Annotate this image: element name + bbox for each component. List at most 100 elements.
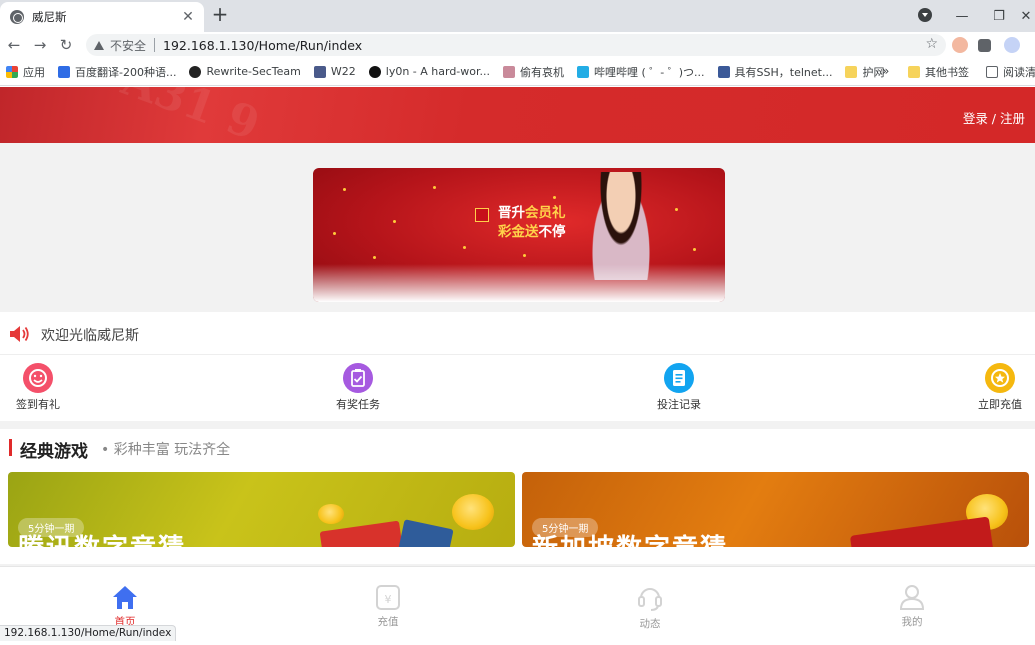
- profile-avatar-icon[interactable]: [1004, 37, 1020, 53]
- smile-icon: [23, 363, 53, 393]
- shield-icon: [717, 65, 730, 78]
- back-arrow-icon[interactable]: ←: [4, 35, 24, 55]
- nav-home[interactable]: 首页: [95, 583, 155, 629]
- section-title: 经典游戏: [20, 442, 88, 462]
- nav-label: 动态: [639, 618, 661, 630]
- warning-icon: [94, 40, 104, 50]
- promo-banner[interactable]: 晋升会员礼 彩金送不停: [313, 168, 725, 302]
- game-card-tencent[interactable]: 腾讯数字竞猜 5分钟一期: [8, 472, 515, 547]
- banner-area: 晋升会员礼 彩金送不停: [0, 160, 1035, 312]
- banner-line2-b: 不停: [538, 224, 566, 240]
- game-card-singapore[interactable]: 新加坡数字竞猜 5分钟一期: [522, 472, 1029, 547]
- minimize-button[interactable]: —: [944, 0, 980, 32]
- tab-title: 威尼斯: [32, 10, 67, 24]
- bookmark-label: 应用: [23, 65, 45, 79]
- coin-icon: [452, 494, 494, 530]
- bookmark-rewrite-secteam[interactable]: Rewrite-SecTeam: [189, 65, 301, 78]
- bookmark-ssh-telnet[interactable]: 具有SSH，telnet...: [717, 64, 833, 80]
- browser-tab[interactable]: 威尼斯 ✕: [0, 2, 204, 32]
- lottery-ticket-image: [849, 516, 995, 547]
- user-icon: [899, 583, 925, 611]
- menu-label: 立即充值: [978, 398, 1022, 411]
- reload-icon[interactable]: ↻: [56, 35, 76, 55]
- nav-label: 我的: [901, 616, 923, 628]
- avatar-icon: [313, 65, 326, 78]
- address-bar[interactable]: 不安全 192.168.1.130/Home/Run/index ☆: [86, 34, 946, 56]
- game-badge: 5分钟一期: [532, 518, 599, 537]
- banner-line1-a: 晋升: [498, 205, 525, 221]
- folder-icon: [908, 66, 920, 78]
- nav-recharge[interactable]: ¥ 充值: [358, 583, 418, 629]
- red-envelope-icon: [475, 208, 489, 222]
- link-status-bar: 192.168.1.130/Home/Run/index: [0, 625, 177, 641]
- divider: [154, 38, 156, 52]
- bookmark-label: 百度翻译-200种语...: [75, 65, 177, 79]
- bookmark-bilibili[interactable]: 哔哩哔哩 ( ゜- ゜)つ...: [577, 64, 705, 80]
- bookmark-w22[interactable]: W22: [313, 65, 356, 78]
- site-header: A31 9 登录 / 注册: [0, 87, 1035, 151]
- menu-bet-records[interactable]: 投注记录: [639, 363, 719, 412]
- bookmark-star-icon[interactable]: ☆: [925, 36, 938, 52]
- globe-icon: [10, 10, 24, 24]
- home-icon: [112, 583, 138, 611]
- tab-strip: 威尼斯 ✕ + — ❐ ✕: [0, 0, 1035, 32]
- window-close-button[interactable]: ✕: [1017, 0, 1035, 32]
- wallet-icon: ¥: [375, 583, 401, 611]
- notice-bar: 欢迎光临威尼斯: [0, 312, 1035, 355]
- task-icon: [343, 363, 373, 393]
- tab-close-button[interactable]: ✕: [180, 9, 196, 25]
- bookmark-label: 具有SSH，telnet...: [734, 65, 833, 79]
- new-tab-button[interactable]: +: [210, 4, 230, 25]
- browser-toolbar: ← → ↻ 不安全 192.168.1.130/Home/Run/index ☆: [0, 32, 1035, 58]
- restore-button[interactable]: ❐: [981, 0, 1017, 32]
- menu-recharge-now[interactable]: 立即充值: [960, 363, 1035, 412]
- bookmark-site[interactable]: 偷有哀机: [503, 64, 564, 80]
- other-bookmarks-label: 其他书签: [925, 66, 969, 79]
- lottery-ticket-image: [396, 519, 454, 547]
- menu-sign-in-gift[interactable]: 签到有礼: [0, 363, 78, 412]
- bookmarks-overflow-button[interactable]: »: [882, 64, 889, 78]
- bookmark-huwang[interactable]: 护网: [845, 64, 884, 80]
- bookmark-ly0n[interactable]: ly0n - A hard-wor...: [368, 65, 491, 78]
- web-page: A31 9 登录 / 注册 晋升会员礼 彩金送不停 欢迎光临威尼斯 签到有礼 有…: [0, 87, 1035, 645]
- header-decoration: A31 9: [115, 87, 266, 151]
- bookmark-label: Rewrite-SecTeam: [206, 65, 301, 78]
- bookmark-label: W22: [330, 65, 356, 78]
- bookmark-label: ly0n - A hard-wor...: [385, 65, 491, 78]
- quick-menu: 签到有礼 有奖任务 投注记录 立即充值: [0, 355, 1035, 421]
- reading-list[interactable]: 阅读清单: [986, 64, 1035, 80]
- classic-games-section: 经典游戏 • 彩种丰富 玩法齐全 腾讯数字竞猜 5分钟一期 新加坡数字竞猜 5分…: [0, 429, 1035, 564]
- bookmark-label: 偷有哀机: [520, 65, 565, 79]
- banner-slogan: 晋升会员礼 彩金送不停: [498, 204, 566, 242]
- puzzle-icon[interactable]: [978, 39, 991, 52]
- tab-search-icon[interactable]: [918, 8, 932, 22]
- other-bookmarks[interactable]: 其他书签: [908, 64, 969, 80]
- menu-reward-tasks[interactable]: 有奖任务: [318, 363, 398, 412]
- forward-arrow-icon[interactable]: →: [30, 35, 50, 55]
- apps-grid-icon: [6, 65, 18, 78]
- github-icon: [368, 65, 381, 78]
- bookmarks-bar: 应用 百度翻译-200种语... Rewrite-SecTeam W22 ly0…: [0, 58, 1035, 86]
- nav-label: 充值: [377, 616, 399, 628]
- site-icon: [503, 65, 516, 78]
- lottery-ticket-image: [319, 520, 405, 547]
- bookmark-label: 哔哩哔哩 ( ゜- ゜)つ...: [594, 65, 705, 79]
- extension-icon[interactable]: [952, 37, 968, 53]
- menu-label: 投注记录: [657, 398, 701, 411]
- menu-label: 签到有礼: [16, 398, 60, 411]
- bookmark-baidu-translate[interactable]: 百度翻译-200种语...: [58, 64, 176, 80]
- url-text: 192.168.1.130/Home/Run/index: [163, 37, 363, 53]
- bookmark-apps[interactable]: 应用: [6, 64, 45, 80]
- nav-updates[interactable]: 动态: [620, 583, 680, 631]
- banner-line1-b: 会员礼: [525, 205, 566, 221]
- shield-icon: [189, 65, 202, 78]
- login-register-link[interactable]: 登录 / 注册: [963, 108, 1025, 127]
- nav-profile[interactable]: 我的: [882, 583, 942, 629]
- speaker-icon: [10, 326, 29, 342]
- recharge-star-icon: [985, 363, 1015, 393]
- reading-list-icon: [986, 66, 998, 78]
- record-icon: [664, 363, 694, 393]
- insecure-label: 不安全: [110, 38, 147, 53]
- folder-icon: [845, 65, 858, 78]
- section-accent-bar: [9, 439, 12, 456]
